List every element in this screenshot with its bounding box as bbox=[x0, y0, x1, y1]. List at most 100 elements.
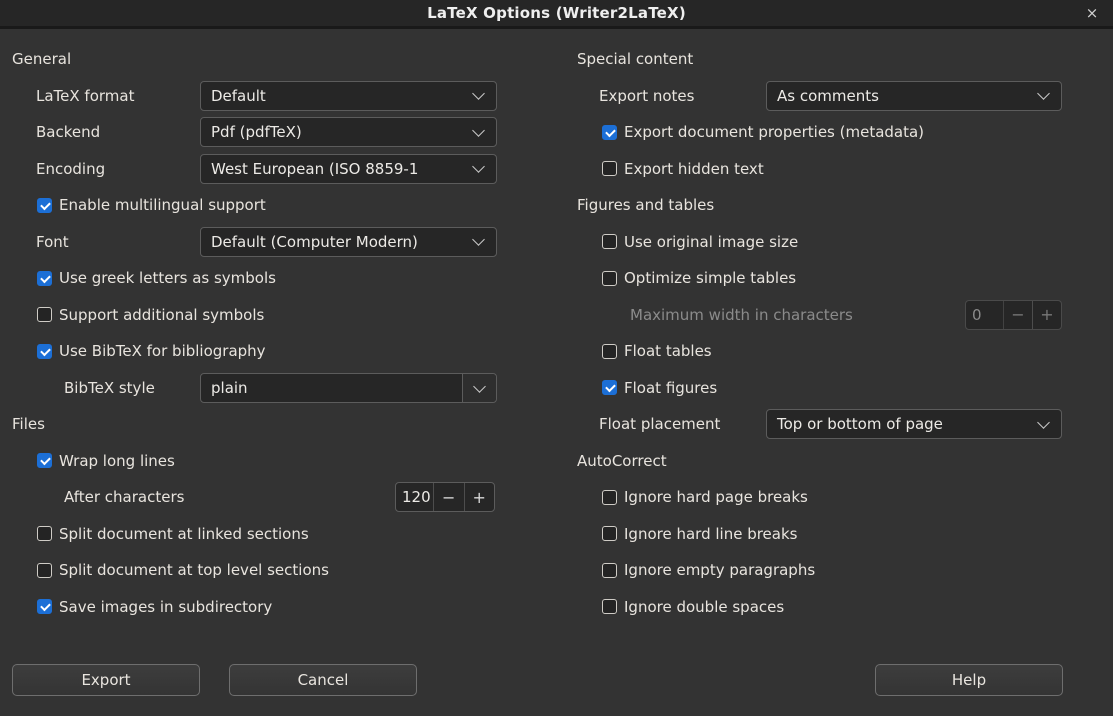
after-characters-spinner[interactable]: 120 − + bbox=[395, 482, 495, 512]
ignore-hard-page-breaks-checkbox[interactable] bbox=[602, 490, 617, 505]
bibtex-style-combobox[interactable]: plain bbox=[200, 373, 497, 403]
checkbox-label[interactable]: Wrap long lines bbox=[59, 452, 175, 470]
checkbox-label[interactable]: Float figures bbox=[624, 379, 717, 397]
ignore-page-breaks-checkbox-group[interactable]: Ignore hard page breaks bbox=[602, 488, 808, 506]
export-notes-select[interactable]: As comments bbox=[766, 81, 1062, 111]
cancel-button[interactable]: Cancel bbox=[229, 664, 417, 696]
combobox-dropdown-button[interactable] bbox=[462, 374, 496, 402]
checkbox-label[interactable]: Split document at linked sections bbox=[59, 525, 309, 543]
font-select[interactable]: Default (Computer Modern) bbox=[200, 227, 497, 257]
original-image-size-checkbox-group[interactable]: Use original image size bbox=[602, 233, 798, 251]
section-header-autocorrect: AutoCorrect bbox=[577, 452, 667, 470]
optimize-tables-checkbox-group[interactable]: Optimize simple tables bbox=[602, 269, 796, 287]
checkbox-label[interactable]: Use original image size bbox=[624, 233, 798, 251]
support-additional-symbols-checkbox[interactable] bbox=[37, 307, 52, 322]
chevron-down-icon bbox=[472, 87, 485, 100]
ignore-line-breaks-checkbox-group[interactable]: Ignore hard line breaks bbox=[602, 525, 797, 543]
spinner-value[interactable]: 120 bbox=[396, 483, 434, 511]
ignore-double-spaces-checkbox-group[interactable]: Ignore double spaces bbox=[602, 598, 784, 616]
multilingual-checkbox-group[interactable]: Enable multilingual support bbox=[37, 196, 266, 214]
export-hidden-text-checkbox[interactable] bbox=[602, 161, 617, 176]
split-top-level-sections-checkbox[interactable] bbox=[37, 563, 52, 578]
window-title: LaTeX Options (Writer2LaTeX) bbox=[427, 4, 686, 22]
optimize-simple-tables-checkbox[interactable] bbox=[602, 271, 617, 286]
optimize-tables-row: Optimize simple tables bbox=[556, 260, 1113, 297]
greek-letters-checkbox-group[interactable]: Use greek letters as symbols bbox=[37, 269, 276, 287]
float-placement-select[interactable]: Top or bottom of page bbox=[766, 409, 1062, 439]
float-figures-checkbox-group[interactable]: Float figures bbox=[602, 379, 717, 397]
export-button[interactable]: Export bbox=[12, 664, 200, 696]
enable-multilingual-support-checkbox[interactable] bbox=[37, 198, 52, 213]
bibtex-style-label: BibTeX style bbox=[64, 379, 155, 397]
spinner-decrement-button[interactable]: − bbox=[434, 483, 465, 511]
chevron-down-icon bbox=[472, 124, 485, 137]
export-document-properties-checkbox[interactable] bbox=[602, 125, 617, 140]
save-images-checkbox-group[interactable]: Save images in subdirectory bbox=[37, 598, 272, 616]
float-figures-row: Float figures bbox=[556, 370, 1113, 407]
spinner-decrement-button: − bbox=[1004, 301, 1033, 329]
latex-format-value: Default bbox=[201, 87, 468, 105]
checkbox-label[interactable]: Support additional symbols bbox=[59, 306, 264, 324]
checkbox-label[interactable]: Float tables bbox=[624, 342, 712, 360]
checkbox-label[interactable]: Ignore hard line breaks bbox=[624, 525, 797, 543]
split-linked-checkbox-group[interactable]: Split document at linked sections bbox=[37, 525, 309, 543]
ignore-empty-paragraphs-row: Ignore empty paragraphs bbox=[556, 552, 1113, 589]
checkbox-label[interactable]: Enable multilingual support bbox=[59, 196, 266, 214]
checkbox-label[interactable]: Split document at top level sections bbox=[59, 561, 329, 579]
export-hidden-text-checkbox-group[interactable]: Export hidden text bbox=[602, 160, 764, 178]
latex-format-select[interactable]: Default bbox=[200, 81, 497, 111]
checkbox-label[interactable]: Use BibTeX for bibliography bbox=[59, 342, 266, 360]
ignore-double-spaces-checkbox[interactable] bbox=[602, 599, 617, 614]
ignore-empty-paragraphs-checkbox-group[interactable]: Ignore empty paragraphs bbox=[602, 561, 815, 579]
additional-symbols-checkbox-group[interactable]: Support additional symbols bbox=[37, 306, 264, 324]
checkbox-label[interactable]: Export hidden text bbox=[624, 160, 764, 178]
checkbox-label[interactable]: Use greek letters as symbols bbox=[59, 269, 276, 287]
bibtex-style-value[interactable]: plain bbox=[201, 379, 462, 397]
checkbox-label[interactable]: Export document properties (metadata) bbox=[624, 123, 924, 141]
export-notes-row: Export notes As comments bbox=[556, 78, 1113, 115]
split-toplevel-checkbox-group[interactable]: Split document at top level sections bbox=[37, 561, 329, 579]
encoding-label: Encoding bbox=[36, 160, 105, 178]
max-width-spinner: 0 − + bbox=[965, 300, 1062, 330]
float-tables-row: Float tables bbox=[556, 333, 1113, 370]
checkbox-label[interactable]: Ignore hard page breaks bbox=[624, 488, 808, 506]
wrap-long-lines-checkbox[interactable] bbox=[37, 453, 52, 468]
use-greek-letters-checkbox[interactable] bbox=[37, 271, 52, 286]
additional-symbols-row: Support additional symbols bbox=[0, 297, 556, 334]
section-header-special-content: Special content bbox=[577, 50, 693, 68]
section-header-general: General bbox=[12, 50, 71, 68]
ignore-page-breaks-row: Ignore hard page breaks bbox=[556, 479, 1113, 516]
bibtex-checkbox-group[interactable]: Use BibTeX for bibliography bbox=[37, 342, 266, 360]
split-linked-row: Split document at linked sections bbox=[0, 516, 556, 553]
close-icon[interactable]: × bbox=[1081, 0, 1103, 26]
font-value: Default (Computer Modern) bbox=[201, 233, 468, 251]
spinner-increment-button[interactable]: + bbox=[465, 483, 495, 511]
backend-value: Pdf (pdfTeX) bbox=[201, 123, 468, 141]
checkbox-label[interactable]: Save images in subdirectory bbox=[59, 598, 272, 616]
split-linked-sections-checkbox[interactable] bbox=[37, 526, 52, 541]
max-width-label: Maximum width in characters bbox=[630, 306, 853, 324]
use-original-image-size-checkbox[interactable] bbox=[602, 234, 617, 249]
section-row: Files bbox=[0, 406, 556, 443]
float-placement-value: Top or bottom of page bbox=[767, 415, 1033, 433]
float-tables-checkbox[interactable] bbox=[602, 344, 617, 359]
use-bibtex-checkbox[interactable] bbox=[37, 344, 52, 359]
ignore-empty-paragraphs-checkbox[interactable] bbox=[602, 563, 617, 578]
float-tables-checkbox-group[interactable]: Float tables bbox=[602, 342, 712, 360]
export-metadata-row: Export document properties (metadata) bbox=[556, 114, 1113, 151]
checkbox-label[interactable]: Optimize simple tables bbox=[624, 269, 796, 287]
save-images-subdirectory-checkbox[interactable] bbox=[37, 599, 52, 614]
checkbox-label[interactable]: Ignore double spaces bbox=[624, 598, 784, 616]
backend-select[interactable]: Pdf (pdfTeX) bbox=[200, 117, 497, 147]
backend-label: Backend bbox=[36, 123, 100, 141]
latex-format-row: LaTeX format Default bbox=[0, 78, 556, 115]
checkbox-label[interactable]: Ignore empty paragraphs bbox=[624, 561, 815, 579]
wrap-lines-checkbox-group[interactable]: Wrap long lines bbox=[37, 452, 175, 470]
help-button[interactable]: Help bbox=[875, 664, 1063, 696]
float-figures-checkbox[interactable] bbox=[602, 380, 617, 395]
ignore-hard-line-breaks-checkbox[interactable] bbox=[602, 526, 617, 541]
chevron-down-icon bbox=[472, 160, 485, 173]
encoding-value: West European (ISO 8859-1 bbox=[201, 160, 468, 178]
encoding-select[interactable]: West European (ISO 8859-1 bbox=[200, 154, 497, 184]
export-metadata-checkbox-group[interactable]: Export document properties (metadata) bbox=[602, 123, 924, 141]
